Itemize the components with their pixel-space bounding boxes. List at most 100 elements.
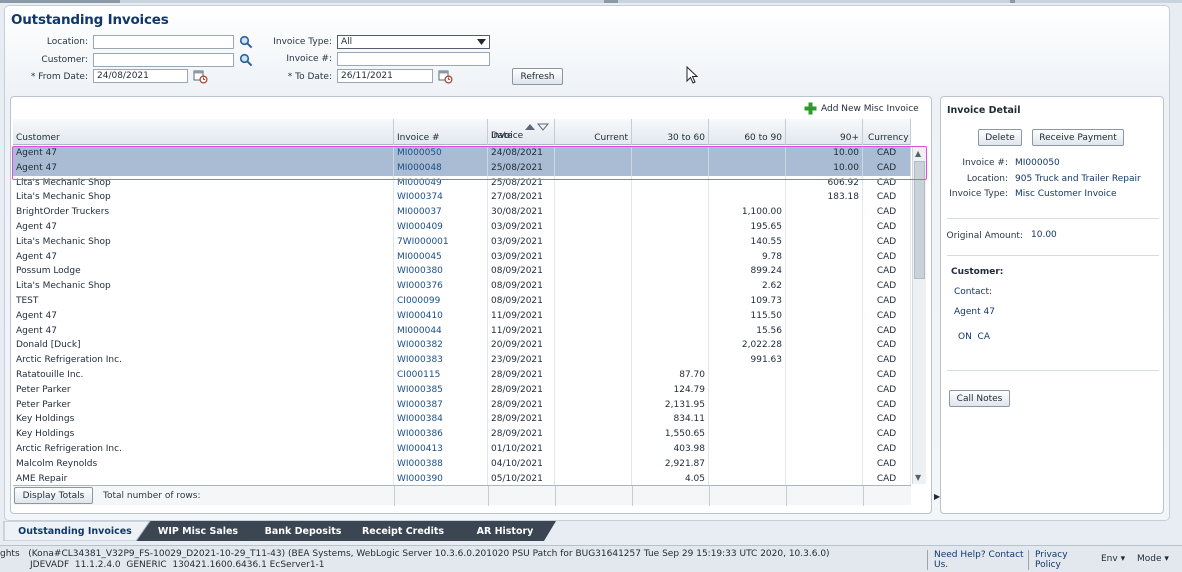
cell-current xyxy=(555,146,632,161)
grid-vertical-scrollbar[interactable]: ▲ ▼ xyxy=(912,147,926,484)
tab-wip-misc-sales[interactable]: WIP Misc Sales xyxy=(144,521,252,541)
table-row[interactable]: Key Holdings WI000384 28/09/2021 834.11 CAD xyxy=(13,412,911,428)
privacy-policy-link[interactable]: Privacy Policy xyxy=(1035,550,1068,570)
cell-invoice[interactable]: MI000048 xyxy=(394,160,488,176)
cell-customer: Agent 47 xyxy=(13,220,394,235)
cell-invoice[interactable]: WI000384 xyxy=(394,412,488,428)
table-row[interactable]: Peter Parker WI000387 28/09/2021 2,131.95 CA… xyxy=(13,397,911,413)
from-date-calendar-icon[interactable] xyxy=(192,68,208,84)
table-row[interactable]: Agent 47 MI000050 24/08/2021 10.00 CAD xyxy=(13,146,911,161)
table-row[interactable]: Agent 47 WI000409 03/09/2021 195.65 CAD xyxy=(13,220,911,235)
table-row[interactable]: Agent 47 MI000044 11/09/2021 15.56 CAD xyxy=(13,323,911,339)
cell-current xyxy=(555,382,632,398)
table-row[interactable]: Key Holdings WI000386 28/09/2021 1,550.65 CA… xyxy=(13,427,911,442)
from-date-input[interactable]: 24/08/2021 xyxy=(93,69,188,83)
table-row[interactable]: Arctic Refrigeration Inc. WI000413 01/10/2… xyxy=(13,442,911,457)
cell-invoice[interactable]: WI000386 xyxy=(394,427,488,442)
cell-invoice[interactable]: WI000413 xyxy=(394,442,488,457)
invoice-type-select[interactable]: All xyxy=(337,35,490,49)
cell-invoice[interactable]: WI000374 xyxy=(394,190,488,206)
cell-invoice[interactable]: MI000044 xyxy=(394,323,488,339)
cell-customer: TEST xyxy=(13,294,394,309)
cell-current xyxy=(555,471,632,485)
to-date-calendar-icon[interactable] xyxy=(437,68,453,84)
detail-invoice-type-label: Invoice Type: xyxy=(949,189,1008,199)
table-row[interactable]: Ratatouille Inc. CI000115 28/09/2021 87.70 C… xyxy=(13,368,911,383)
table-row[interactable]: TEST CI000099 08/09/2021 109.73 CAD xyxy=(13,294,911,309)
table-row[interactable]: Donald [Duck] WI000382 20/09/2021 2,022.28 C… xyxy=(13,338,911,354)
cell-invoice[interactable]: WI000388 xyxy=(394,456,488,472)
cell-invoice[interactable]: MI000037 xyxy=(394,205,488,220)
tab-outstanding-invoices[interactable]: Outstanding Invoices xyxy=(8,521,142,541)
cell-date: 28/09/2021 xyxy=(488,412,555,428)
customer-heading: Customer: xyxy=(951,267,1004,277)
col-invoice-date[interactable]: Invoice Date xyxy=(488,119,555,145)
invoice-number-input[interactable] xyxy=(337,52,490,66)
env-menu[interactable]: Env ▾ xyxy=(1101,554,1125,564)
col-30-to-60[interactable]: 30 to 60 xyxy=(632,119,709,145)
cell-invoice[interactable]: MI000050 xyxy=(394,146,488,161)
receive-payment-button[interactable]: Receive Payment xyxy=(1032,129,1124,146)
mode-menu[interactable]: Mode ▾ xyxy=(1137,554,1169,564)
display-totals-button[interactable]: Display Totals xyxy=(14,487,93,504)
cell-invoice[interactable]: WI000390 xyxy=(394,471,488,485)
table-row[interactable]: Lita's Mechanic Shop MI000049 25/08/2021 60… xyxy=(13,175,911,191)
cell-invoice[interactable]: WI000380 xyxy=(394,264,488,280)
cell-invoice[interactable]: CI000099 xyxy=(394,294,488,309)
table-row[interactable]: Malcolm Reynolds WI000388 04/10/2021 2,921.… xyxy=(13,456,911,472)
customer-input[interactable] xyxy=(93,53,234,67)
cell-d60: 140.55 xyxy=(709,234,786,250)
table-row[interactable]: Possum Lodge WI000380 08/09/2021 899.24 CAD xyxy=(13,264,911,280)
table-row[interactable]: Lita's Mechanic Shop 7WI000001 03/09/2021 1… xyxy=(13,234,911,250)
need-help-link[interactable]: Need Help? Contact Us. xyxy=(934,550,1024,570)
col-customer[interactable]: Customer xyxy=(13,119,394,145)
cell-invoice[interactable]: WI000387 xyxy=(394,397,488,413)
cell-invoice[interactable]: MI000045 xyxy=(394,249,488,265)
cell-invoice[interactable]: WI000376 xyxy=(394,279,488,294)
customer-search-icon[interactable] xyxy=(238,52,254,68)
cell-invoice[interactable]: WI000382 xyxy=(394,338,488,354)
scrollbar-thumb[interactable] xyxy=(914,161,925,279)
cell-current xyxy=(555,397,632,413)
cell-d60 xyxy=(709,412,786,428)
call-notes-button[interactable]: Call Notes xyxy=(949,390,1010,407)
tab-ar-history[interactable]: AR History xyxy=(450,521,560,541)
delete-button[interactable]: Delete xyxy=(978,129,1022,146)
table-row[interactable]: AME Repair WI000390 05/10/2021 4.05 CAD xyxy=(13,471,911,485)
col-60-to-90[interactable]: 60 to 90 xyxy=(709,119,786,145)
to-date-input[interactable]: 26/11/2021 xyxy=(337,69,433,83)
cell-d30 xyxy=(632,264,709,280)
cell-invoice[interactable]: WI000410 xyxy=(394,308,488,324)
table-row[interactable]: Peter Parker WI000385 28/09/2021 124.79 CAD xyxy=(13,382,911,398)
invoice-detail-title: Invoice Detail xyxy=(947,105,1021,116)
cell-invoice[interactable]: CI000115 xyxy=(394,368,488,383)
grid-footer: Display Totals Total number of rows: xyxy=(13,485,911,506)
location-search-icon[interactable] xyxy=(238,34,254,50)
col-90-plus[interactable]: 90+ xyxy=(786,119,863,145)
table-row[interactable]: Arctic Refrigeration Inc. WI000383 23/09/2… xyxy=(13,353,911,368)
col-currency[interactable]: Currency xyxy=(863,119,911,145)
tab-bank-deposits[interactable]: Bank Deposits xyxy=(250,521,356,541)
location-input[interactable] xyxy=(93,35,234,49)
tab-receipt-credits[interactable]: Receipt Credits xyxy=(350,521,456,541)
refresh-button[interactable]: Refresh xyxy=(512,68,563,85)
table-row[interactable]: Agent 47 WI000410 11/09/2021 115.50 CAD xyxy=(13,308,911,324)
add-misc-invoice-link[interactable]: Add New Misc Invoice xyxy=(804,102,919,115)
sort-arrows-icon xyxy=(525,123,550,131)
cell-d60: 15.56 xyxy=(709,323,786,339)
table-row[interactable]: Agent 47 MI000045 03/09/2021 9.78 CAD xyxy=(13,249,911,265)
cell-invoice[interactable]: WI000385 xyxy=(394,382,488,398)
table-row[interactable]: Agent 47 MI000048 25/08/2021 10.00 CAD xyxy=(13,160,911,176)
cell-invoice[interactable]: MI000049 xyxy=(394,175,488,191)
col-invoice-number[interactable]: Invoice # xyxy=(394,119,488,145)
table-row[interactable]: Lita's Mechanic Shop WI000376 08/09/2021 2.… xyxy=(13,279,911,294)
cell-current xyxy=(555,308,632,324)
table-row[interactable]: BrightOrder Truckers MI000037 30/08/2021 1,… xyxy=(13,205,911,220)
contact-name: Agent 47 xyxy=(954,307,995,317)
cell-invoice[interactable]: WI000383 xyxy=(394,353,488,368)
col-current[interactable]: Current xyxy=(555,119,632,145)
table-row[interactable]: Lita's Mechanic Shop WI000374 27/08/2021 18… xyxy=(13,190,911,206)
cell-invoice[interactable]: WI000409 xyxy=(394,220,488,235)
cell-invoice[interactable]: 7WI000001 xyxy=(394,234,488,250)
cell-d30 xyxy=(632,190,709,206)
